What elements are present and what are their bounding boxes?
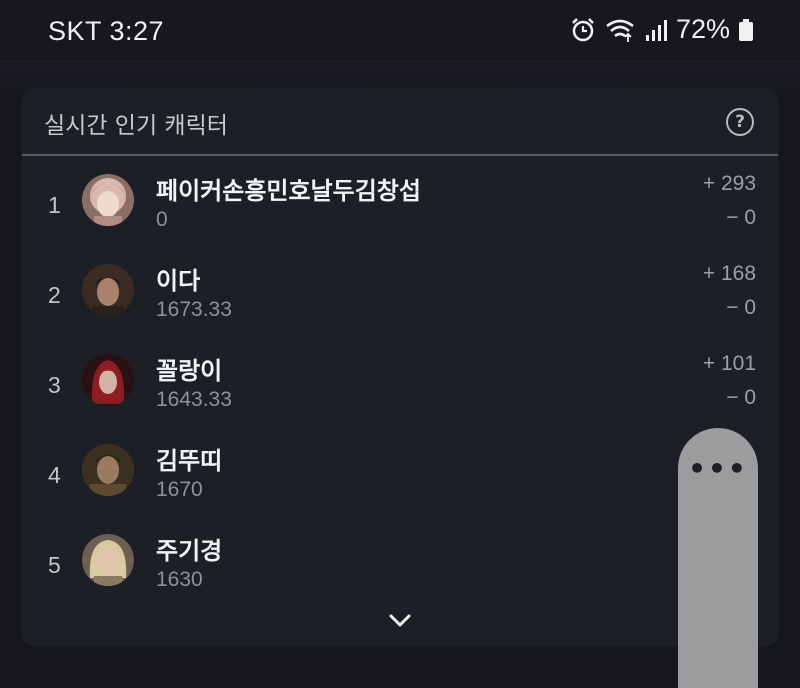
avatar — [82, 534, 134, 586]
vote-up-count: + 101 — [702, 352, 756, 375]
chevron-down-icon[interactable] — [388, 612, 412, 630]
vote-down-count: − 0 — [726, 206, 756, 229]
character-name: 주기경 — [156, 537, 223, 565]
character-score: 1630 — [156, 568, 203, 591]
character-score: 0 — [156, 208, 168, 231]
list-item[interactable]: 4 김뚜띠 1670 — [22, 434, 778, 524]
avatar — [82, 444, 134, 496]
vote-up-count: + 293 — [702, 172, 756, 195]
panel-header: 실시간 인기 캐릭터 ? — [22, 88, 778, 156]
vote-up-count: + 168 — [702, 262, 756, 285]
wifi-icon — [606, 19, 634, 42]
avatar — [82, 264, 134, 316]
panel-title: 실시간 인기 캐릭터 — [44, 113, 228, 139]
help-icon[interactable]: ? — [726, 108, 754, 136]
battery-percent: 72% — [675, 14, 730, 44]
signal-icon — [645, 19, 667, 41]
character-score: 1673.33 — [156, 298, 232, 321]
vote-down-count: − 0 — [726, 386, 756, 409]
alarm-icon — [572, 17, 594, 41]
status-bar: SKT 3:27 72% — [0, 0, 800, 62]
character-score: 1643.33 — [156, 388, 232, 411]
avatar — [82, 174, 134, 226]
character-name: 꼴랑이 — [156, 357, 223, 385]
vote-down-count: − 0 — [726, 296, 756, 319]
rank-number: 1 — [48, 192, 61, 218]
more-icon[interactable]: ••• — [678, 452, 758, 485]
avatar — [82, 354, 134, 406]
rank-number: 3 — [48, 372, 61, 398]
rank-number: 5 — [48, 552, 61, 578]
carrier-time: SKT 3:27 — [48, 16, 165, 46]
rank-number: 4 — [48, 462, 61, 488]
battery-icon — [739, 18, 753, 41]
list-item[interactable]: 5 주기경 1630 — [22, 524, 778, 614]
character-score: 1670 — [156, 478, 203, 501]
character-name: 김뚜띠 — [156, 447, 223, 475]
rank-number: 2 — [48, 282, 61, 308]
popular-characters-panel: 실시간 인기 캐릭터 ? 1 페이커손흥민호날두김창섭 0 + 293 − 0 … — [22, 88, 778, 646]
list-item[interactable]: 3 꼴랑이 1643.33 + 101 − 0 — [22, 344, 778, 434]
list-item[interactable]: 2 이다 1673.33 + 168 − 0 — [22, 254, 778, 344]
character-name: 페이커손흥민호날두김창섭 — [156, 177, 421, 205]
character-name: 이다 — [156, 267, 201, 295]
floating-menu-handle[interactable]: ••• — [678, 428, 758, 688]
list-item[interactable]: 1 페이커손흥민호날두김창섭 0 + 293 − 0 — [22, 164, 778, 254]
status-icons: 72% — [570, 14, 754, 45]
